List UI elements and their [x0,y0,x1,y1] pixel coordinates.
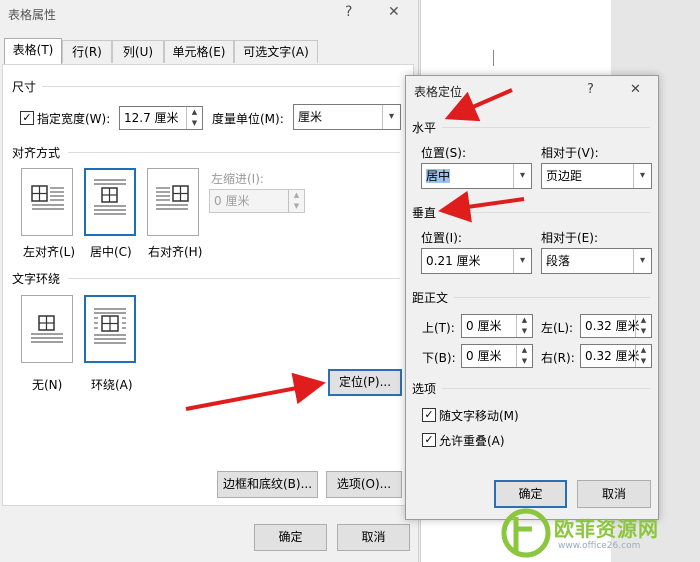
watermark-url: www.office26.com [558,541,641,551]
watermark-logo-icon [501,508,551,558]
arrow-to-vertical [438,190,525,223]
watermark-text: 欧菲资源网 [554,517,659,541]
tab-table[interactable]: 表格(T) [4,38,62,64]
watermark: 欧菲资源网 www.office26.com [496,505,700,562]
annotation-arrows [185,88,525,411]
arrow-to-positioning-button [185,372,326,411]
arrow-to-horizontal [444,88,513,122]
